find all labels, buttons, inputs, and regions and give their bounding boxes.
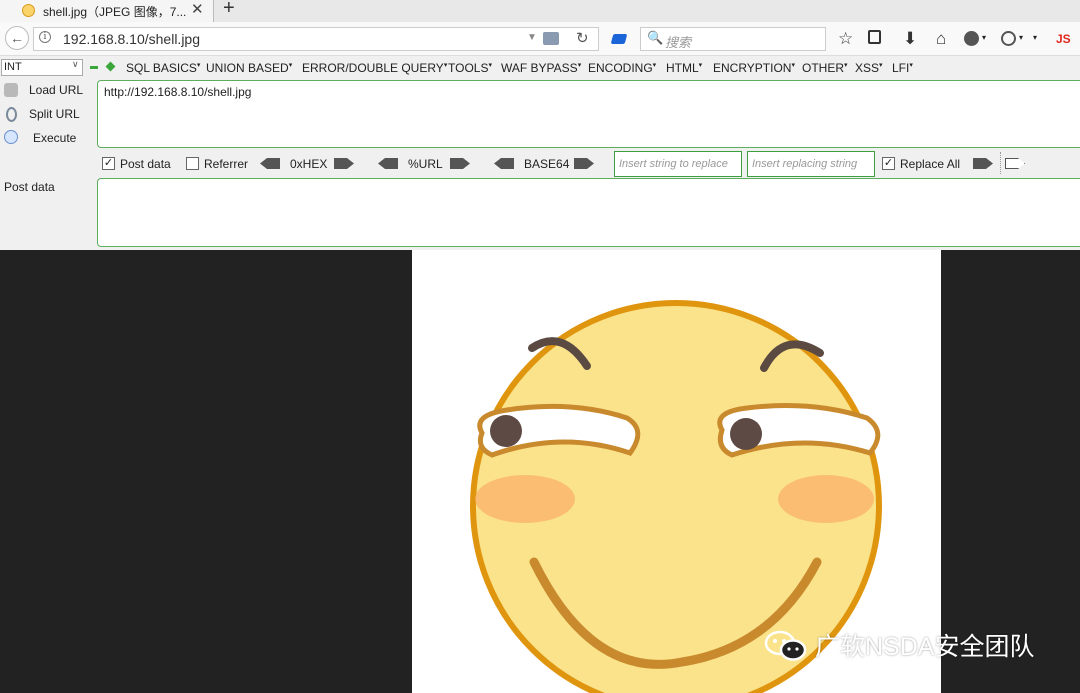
menu-tools[interactable]: TOOLS▾ — [448, 61, 492, 75]
type-select[interactable]: INT — [1, 59, 83, 76]
execute-icon[interactable] — [4, 130, 18, 144]
split-url-button[interactable]: Split URL — [29, 107, 80, 121]
extension-icon[interactable] — [610, 34, 628, 44]
left-blush — [475, 475, 575, 523]
right-pupil — [730, 418, 762, 450]
menu-xss[interactable]: XSS▾ — [855, 61, 883, 75]
right-blush — [778, 475, 874, 523]
js-icon[interactable]: JS — [1056, 32, 1071, 46]
url-dropdown-icon[interactable]: ▼ — [527, 32, 537, 43]
new-tab-button[interactable]: + — [223, 0, 235, 20]
menu-sql-basics[interactable]: SQL BASICS▾ — [126, 61, 200, 75]
execute-button[interactable]: Execute — [33, 131, 76, 145]
replace-all-checkbox[interactable]: ✓ — [882, 157, 895, 170]
post-data-label: Post data — [4, 180, 55, 194]
menu-encoding[interactable]: ENCODING▾ — [588, 61, 656, 75]
url-encode-label: %URL — [408, 157, 443, 171]
palette-dropdown-icon[interactable]: ▾ — [1019, 33, 1023, 42]
chevron-down-icon[interactable]: ∨ — [72, 59, 79, 70]
hex-label: 0xHEX — [290, 157, 328, 171]
load-url-button[interactable]: Load URL — [29, 83, 83, 97]
watermark-text: 广软NSDA安全团队 — [815, 633, 1035, 661]
site-info-icon[interactable]: i — [39, 31, 51, 43]
star-icon[interactable]: ☆ — [838, 29, 853, 49]
replacing-string-input[interactable]: Insert replacing string — [747, 151, 875, 177]
search-icon: 🔍 — [647, 30, 664, 45]
home-icon[interactable]: ⌂ — [936, 29, 946, 49]
globe-icon[interactable] — [964, 31, 979, 46]
divider — [1000, 152, 1001, 174]
left-pupil — [490, 415, 522, 447]
menu-icon[interactable]: ▾ — [1033, 33, 1037, 42]
menu-html[interactable]: HTML▾ — [666, 61, 702, 75]
search-placeholder: 搜索 — [665, 35, 692, 50]
replace-all-label[interactable]: Replace All — [900, 157, 960, 171]
post-data-checkbox[interactable]: ✓ — [102, 157, 115, 170]
download-icon[interactable]: ⬇ — [903, 29, 917, 49]
load-url-icon[interactable] — [4, 83, 18, 97]
menu-error-double-query[interactable]: ERROR/DOUBLE QUERY▾ — [302, 61, 447, 75]
tab-favicon-icon — [22, 4, 35, 17]
replace-string-input[interactable]: Insert string to replace — [614, 151, 742, 177]
url-textarea-value[interactable]: http://192.168.8.10/shell.jpg — [104, 85, 251, 99]
tab-close-icon[interactable]: ✕ — [191, 0, 204, 18]
menu-waf-bypass[interactable]: WAF BYPASS▾ — [501, 61, 581, 75]
tab-title: shell.jpg（JPEG 图像，7... — [43, 5, 187, 19]
reload-button[interactable]: ↻ — [576, 29, 589, 47]
reader-icon[interactable] — [868, 30, 881, 44]
globe-dropdown-icon[interactable]: ▾ — [982, 33, 986, 42]
post-data-checkbox-label[interactable]: Post data — [120, 157, 171, 171]
split-url-icon[interactable] — [6, 107, 17, 122]
address-text[interactable]: 192.168.8.10/shell.jpg — [63, 31, 200, 47]
menu-other[interactable]: OTHER▾ — [802, 61, 848, 75]
minus-icon[interactable] — [90, 66, 98, 69]
referrer-checkbox-label[interactable]: Referrer — [204, 157, 248, 171]
wechat-logo-icon — [764, 630, 808, 662]
post-data-textarea[interactable] — [97, 178, 1080, 247]
base64-label: BASE64 — [524, 157, 570, 171]
referrer-checkbox[interactable] — [186, 157, 199, 170]
palette-icon[interactable] — [1001, 31, 1016, 46]
page-action-icon[interactable] — [543, 32, 559, 45]
menu-encryption[interactable]: ENCRYPTION▾ — [713, 61, 795, 75]
menu-union-based[interactable]: UNION BASED▾ — [206, 61, 292, 75]
menu-lfi[interactable]: LFI▾ — [892, 61, 913, 75]
back-button[interactable]: ← — [5, 26, 29, 50]
